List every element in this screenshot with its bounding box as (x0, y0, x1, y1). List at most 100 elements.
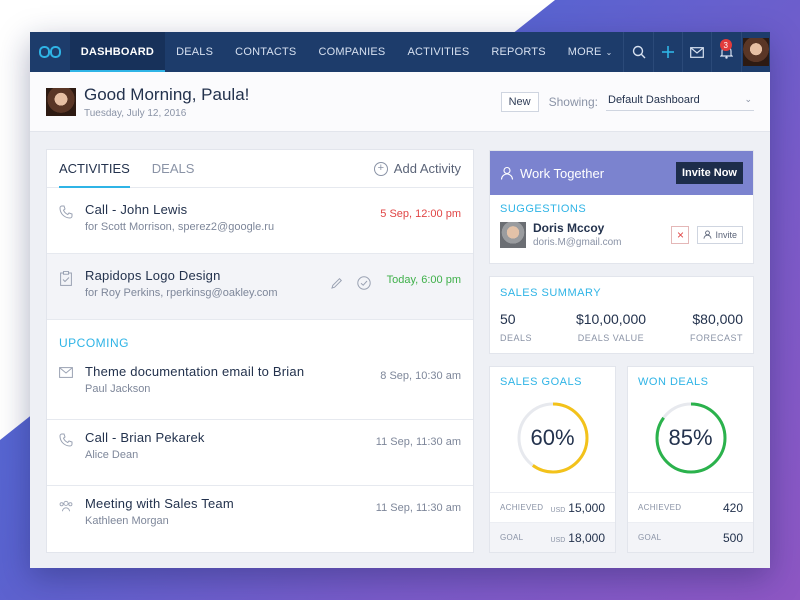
achieved-value: USD 15,000 (551, 501, 605, 515)
goal-value: USD 18,000 (551, 531, 605, 545)
tab-activities[interactable]: ACTIVITIES (59, 150, 130, 188)
mail-icon (59, 367, 73, 378)
activity-item[interactable]: Meeting with Sales Team Kathleen Morgan … (47, 486, 473, 552)
stat-label: DEALS (500, 333, 533, 343)
nav-activities[interactable]: ACTIVITIES (396, 32, 480, 72)
stat-deals: 50 DEALS (500, 311, 532, 343)
showing-label: Showing: (548, 94, 598, 109)
invite-label: Invite (715, 229, 737, 240)
suggestion-name: Doris Mccoy (533, 221, 605, 235)
phone-icon (59, 433, 73, 447)
tab-deals[interactable]: DEALS (152, 150, 195, 188)
nav-more[interactable]: MORE ⌄ (557, 32, 624, 72)
user-icon (500, 166, 514, 180)
nav-reports[interactable]: REPORTS (480, 32, 556, 72)
dashboard-select-value: Default Dashboard (608, 94, 700, 106)
activity-title: Theme documentation email to Brian (85, 364, 305, 379)
currency-label: USD (550, 536, 566, 544)
activity-item[interactable]: Rapidops Logo Design for Roy Perkins, rp… (47, 254, 473, 320)
achieved-row: ACHIEVED 420 (628, 492, 753, 522)
achieved-row: ACHIEVED USD 15,000 (490, 492, 615, 522)
group-icon (59, 500, 73, 512)
user-avatar (46, 87, 76, 116)
goal-label: GOAL (500, 533, 524, 542)
goal-label: GOAL (638, 533, 662, 542)
dismiss-suggestion-button[interactable]: × (671, 225, 690, 244)
avatar (742, 38, 769, 66)
invite-now-button[interactable]: Invite Now (675, 162, 743, 184)
activity-item[interactable]: Call - John Lewis for Scott Morrison, sp… (47, 188, 473, 254)
activity-title: Call - Brian Pekarek (85, 430, 205, 445)
stat-value: 50 (500, 311, 516, 327)
activity-subtitle: Kathleen Morgan (85, 515, 169, 527)
nav-deals[interactable]: DEALS (165, 32, 224, 72)
new-button[interactable]: New (500, 91, 539, 112)
search-button[interactable] (623, 32, 652, 72)
sales-summary-card: SALES SUMMARY 50 DEALS $10,00,000 DEALS … (489, 276, 754, 354)
activity-tools (330, 276, 371, 290)
suggestion-avatar (500, 221, 526, 248)
activity-item[interactable]: Theme documentation email to Brian Paul … (47, 354, 473, 420)
activities-tabs: ACTIVITIES DEALS + Add Activity (47, 150, 473, 188)
mail-button[interactable] (682, 32, 711, 72)
notifications-button[interactable]: 3 (711, 32, 740, 72)
suggestion-row: Doris Mccoy doris.M@gmail.com × Invite (490, 215, 753, 248)
nav-contacts[interactable]: CONTACTS (224, 32, 307, 72)
activity-item[interactable]: Call - Brian Pekarek Alice Dean 11 Sep, … (47, 420, 473, 486)
invite-button[interactable]: Invite (697, 225, 743, 244)
activity-time: 11 Sep, 11:30 am (375, 436, 461, 448)
activity-title: Meeting with Sales Team (85, 496, 234, 511)
dashboard-select[interactable]: Default Dashboard ⌄ (606, 92, 754, 111)
add-button[interactable] (652, 32, 682, 72)
won-deals-card: WON DEALS 85% ACHIEVED 420 GOAL 500 (627, 366, 754, 553)
activity-subtitle: Paul Jackson (85, 383, 151, 395)
activity-title: Call - John Lewis (85, 202, 188, 217)
greeting-title: Good Morning, Paula! (84, 84, 250, 104)
user-icon (703, 230, 712, 239)
work-together-title: Work Together (520, 165, 605, 181)
gauge-percent: 85% (668, 425, 713, 450)
activity-title: Rapidops Logo Design (85, 268, 221, 283)
user-menu[interactable] (740, 32, 770, 72)
won-deals-label: WON DEALS (638, 376, 709, 388)
goal-row: GOAL 500 (628, 522, 753, 552)
clipboard-icon (60, 271, 72, 286)
chevron-down-icon: ⌄ (605, 47, 613, 57)
check-circle-icon[interactable] (356, 276, 371, 290)
pencil-icon[interactable] (330, 277, 343, 290)
greeting-date: Tuesday, July 12, 2016 (84, 107, 187, 119)
activity-time: 8 Sep, 10:30 am (380, 370, 461, 382)
stat-label: FORECAST (689, 333, 743, 343)
notification-badge: 3 (719, 39, 732, 51)
close-icon: × (676, 227, 684, 242)
chevron-down-icon: ⌄ (744, 94, 752, 104)
stat-forecast: $80,000 FORECAST (690, 311, 743, 343)
suggestion-email: doris.M@gmail.com (533, 237, 622, 248)
achieved-label: ACHIEVED (638, 503, 682, 512)
nav-companies[interactable]: COMPANIES (307, 32, 396, 72)
plus-icon (661, 46, 674, 58)
activity-time: Today, 6:00 pm (386, 274, 461, 286)
sales-goals-gauge: 60% (490, 392, 615, 484)
nav-dashboard[interactable]: DASHBOARD (69, 32, 166, 72)
stat-label: DEALS VALUE (577, 333, 645, 343)
greeting-bar: Good Morning, Paula! Tuesday, July 12, 2… (30, 72, 770, 132)
stat-value: $80,000 (692, 311, 743, 327)
gauge-percent: 60% (530, 425, 575, 450)
nav-more-label: MORE (567, 46, 602, 58)
sales-summary-stats: 50 DEALS $10,00,000 DEALS VALUE $80,000 … (500, 311, 743, 343)
activity-time: 11 Sep, 11:30 am (375, 502, 461, 514)
upcoming-heading: UPCOMING (59, 336, 129, 350)
add-activity-button[interactable]: + Add Activity (373, 161, 461, 176)
currency-label: USD (550, 506, 566, 514)
top-navbar: DASHBOARD DEALS CONTACTS COMPANIES ACTIV… (30, 32, 770, 72)
activity-time: 5 Sep, 12:00 pm (380, 208, 461, 220)
phone-icon (59, 205, 73, 219)
work-together-card: Work Together Invite Now SUGGESTIONS Dor… (489, 150, 754, 264)
mail-icon (690, 46, 705, 58)
app-logo[interactable] (30, 32, 70, 72)
activities-panel: ACTIVITIES DEALS + Add Activity Call - J… (46, 149, 474, 553)
achieved-label: ACHIEVED (500, 503, 544, 512)
suggestions-label: SUGGESTIONS (500, 203, 587, 215)
circle-plus-icon: + (373, 161, 388, 176)
